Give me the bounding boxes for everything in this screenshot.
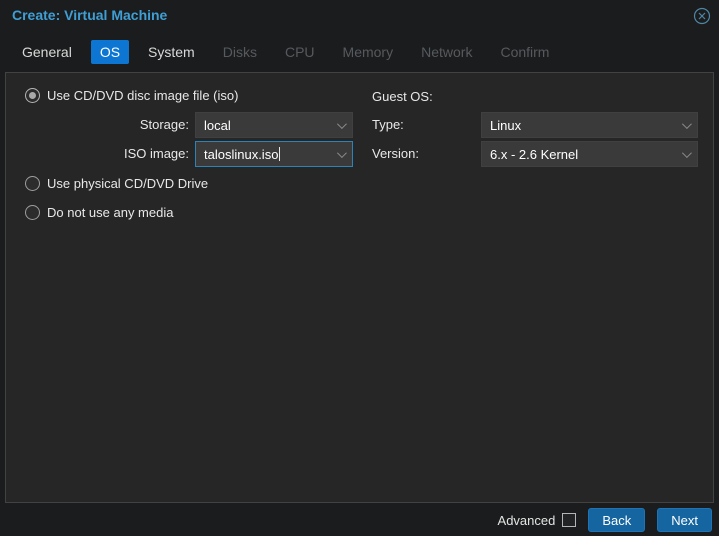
- radio-label: Do not use any media: [47, 205, 174, 220]
- tab-general[interactable]: General: [13, 40, 81, 64]
- iso-image-combobox[interactable]: taloslinux.iso: [195, 141, 353, 167]
- back-button[interactable]: Back: [588, 508, 646, 532]
- guest-os-type-select[interactable]: Linux: [481, 112, 698, 138]
- os-tab-panel: Use CD/DVD disc image file (iso) Storage…: [5, 72, 714, 503]
- storage-label: Storage:: [139, 117, 189, 132]
- advanced-checkbox[interactable]: [562, 513, 577, 527]
- tab-confirm: Confirm: [500, 43, 550, 60]
- tab-disks: Disks: [222, 43, 257, 60]
- dialog-footer: Advanced Back Next: [0, 504, 719, 536]
- tab-system[interactable]: System: [139, 40, 204, 64]
- text-cursor: [279, 147, 281, 161]
- dialog-title: Create: Virtual Machine: [12, 7, 168, 23]
- tab-network: Network: [421, 43, 473, 60]
- radio-button-icon[interactable]: [25, 88, 40, 103]
- chevron-down-icon[interactable]: [681, 148, 692, 159]
- chevron-down-icon[interactable]: [336, 148, 347, 159]
- dialog-titlebar: Create: Virtual Machine: [0, 0, 719, 31]
- tab-memory: Memory: [342, 43, 394, 60]
- radio-option-physical-drive[interactable]: Use physical CD/DVD Drive: [25, 176, 208, 191]
- tab-os[interactable]: OS: [90, 39, 130, 64]
- guest-os-heading: Guest OS:: [372, 89, 433, 104]
- close-icon[interactable]: [693, 7, 711, 25]
- chevron-down-icon[interactable]: [681, 119, 692, 130]
- guest-os-version-value: 6.x - 2.6 Kernel: [490, 146, 579, 162]
- radio-button-icon[interactable]: [25, 205, 40, 220]
- radio-option-cd-image[interactable]: Use CD/DVD disc image file (iso): [25, 88, 238, 103]
- storage-select[interactable]: local: [195, 112, 353, 138]
- guest-os-type-value: Linux: [490, 117, 522, 133]
- radio-label: Use physical CD/DVD Drive: [47, 176, 209, 191]
- guest-os-version-select[interactable]: 6.x - 2.6 Kernel: [481, 141, 698, 167]
- iso-image-value: taloslinux.iso: [204, 146, 279, 162]
- wizard-tabs: General OS System Disks CPU Memory Netwo…: [0, 31, 719, 72]
- radio-label: Use CD/DVD disc image file (iso): [47, 88, 239, 103]
- next-button[interactable]: Next: [657, 508, 712, 532]
- advanced-label: Advanced: [497, 512, 556, 528]
- type-label: Type:: [372, 117, 404, 132]
- radio-option-no-media[interactable]: Do not use any media: [25, 205, 173, 220]
- version-label: Version:: [372, 146, 419, 161]
- tab-cpu: CPU: [284, 43, 315, 60]
- chevron-down-icon[interactable]: [336, 119, 347, 130]
- storage-value: local: [204, 117, 231, 133]
- radio-button-icon[interactable]: [25, 176, 40, 191]
- advanced-toggle[interactable]: Advanced: [498, 513, 577, 528]
- iso-image-label: ISO image:: [123, 146, 189, 161]
